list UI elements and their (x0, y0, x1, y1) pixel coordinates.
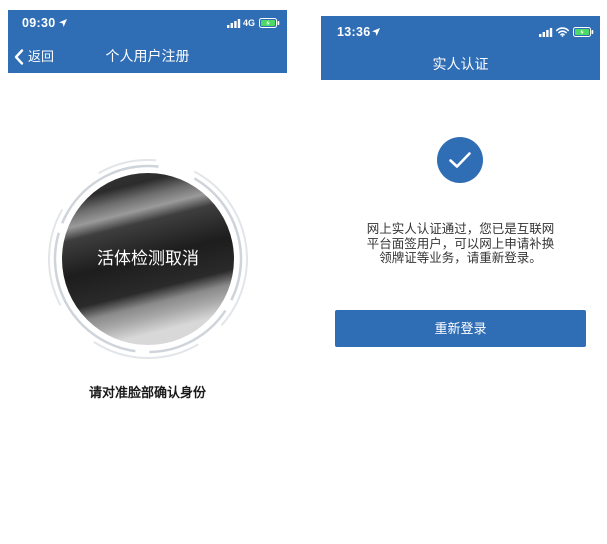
face-instruction-text: 请对准脸部确认身份 (88, 385, 206, 400)
left-status-bar: 09:30 4G (8, 10, 287, 36)
page-title: 实人认证 (432, 56, 489, 72)
wifi-icon (556, 27, 569, 37)
location-arrow-icon (59, 19, 67, 27)
location-arrow-icon (372, 28, 380, 36)
network-type-label: 4G (243, 18, 256, 28)
signal-icon (227, 19, 241, 28)
battery-icon (573, 27, 594, 37)
message-line: 平台面签用户，可以网上申请补换 (366, 236, 555, 251)
right-app-header: 13:36 实人认证 (321, 16, 600, 80)
liveness-status-text: 活体检测取消 (97, 249, 199, 268)
status-time: 09:30 (22, 16, 56, 30)
signal-icon (539, 28, 553, 37)
battery-icon (259, 18, 280, 28)
left-app-header: 09:30 4G 返回 个人用户注册 (8, 10, 287, 73)
checkmark-icon (449, 152, 471, 168)
relogin-button[interactable]: 重新登录 (335, 310, 586, 347)
right-status-bar: 13:36 (321, 16, 600, 46)
status-time: 13:36 (337, 25, 371, 39)
message-line: 网上实人认证通过，您已是互联网 (366, 222, 555, 236)
page-title: 个人用户注册 (105, 48, 190, 64)
success-badge (437, 137, 483, 183)
message-line: 领牌证等业务，请重新登录。 (379, 251, 542, 265)
verification-message: 网上实人认证通过，您已是互联网 平台面签用户，可以网上申请补换 领牌证等业务，请… (321, 222, 600, 266)
